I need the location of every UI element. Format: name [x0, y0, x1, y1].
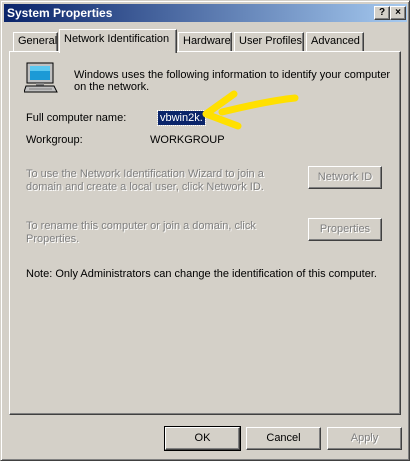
- rename-text-line-1: To rename this computer or join a domain…: [26, 220, 256, 232]
- full-computer-name-value[interactable]: vbwin2k.: [157, 110, 206, 126]
- workgroup-value: WORKGROUP: [150, 134, 225, 146]
- ok-button-label: OK: [194, 432, 211, 444]
- tab-advanced[interactable]: Advanced: [306, 32, 364, 51]
- tab-general[interactable]: General: [13, 32, 58, 51]
- computer-icon: [24, 62, 58, 93]
- ok-button[interactable]: OK: [164, 426, 241, 451]
- close-button[interactable]: ×: [390, 6, 406, 20]
- rename-text-line-2: Properties.: [26, 233, 80, 245]
- apply-button[interactable]: Apply: [327, 427, 402, 450]
- tab-user-profiles[interactable]: User Profiles: [234, 32, 304, 51]
- properties-button[interactable]: Properties: [308, 218, 382, 241]
- tab-label: Hardware: [183, 35, 231, 47]
- intro-line-1: Windows uses the following information t…: [74, 69, 391, 81]
- apply-button-label: Apply: [350, 432, 379, 444]
- window-title: System Properties: [7, 6, 113, 20]
- annotation-arrow-icon: [202, 90, 299, 130]
- properties-button-label: Properties: [319, 223, 371, 235]
- tab-label: User Profiles: [239, 35, 302, 47]
- system-properties-window: System Properties ? × General Network Id…: [0, 0, 410, 461]
- title-bar[interactable]: System Properties ? ×: [4, 4, 407, 22]
- tab-label: General: [18, 35, 58, 47]
- tab-hardware[interactable]: Hardware: [178, 32, 232, 51]
- tab-network-identification[interactable]: Network Identification: [59, 29, 177, 53]
- network-identification-panel: Windows uses the following information t…: [9, 51, 401, 415]
- admin-note: Note: Only Administrators can change the…: [26, 268, 377, 280]
- cancel-button[interactable]: Cancel: [246, 427, 321, 450]
- tab-label: Network Identification: [64, 33, 170, 45]
- workgroup-label: Workgroup:: [26, 134, 83, 146]
- help-button[interactable]: ?: [374, 6, 390, 20]
- wizard-text-line-1: To use the Network Identification Wizard…: [26, 168, 264, 180]
- network-id-button-label: Network ID: [317, 171, 373, 183]
- intro-line-2: on the network.: [74, 81, 150, 93]
- wizard-text-line-2: domain and create a local user, click Ne…: [26, 181, 264, 193]
- full-computer-name-label: Full computer name:: [26, 112, 127, 124]
- tab-label: Advanced: [311, 35, 360, 47]
- network-id-button[interactable]: Network ID: [308, 166, 382, 189]
- cancel-button-label: Cancel: [266, 432, 301, 444]
